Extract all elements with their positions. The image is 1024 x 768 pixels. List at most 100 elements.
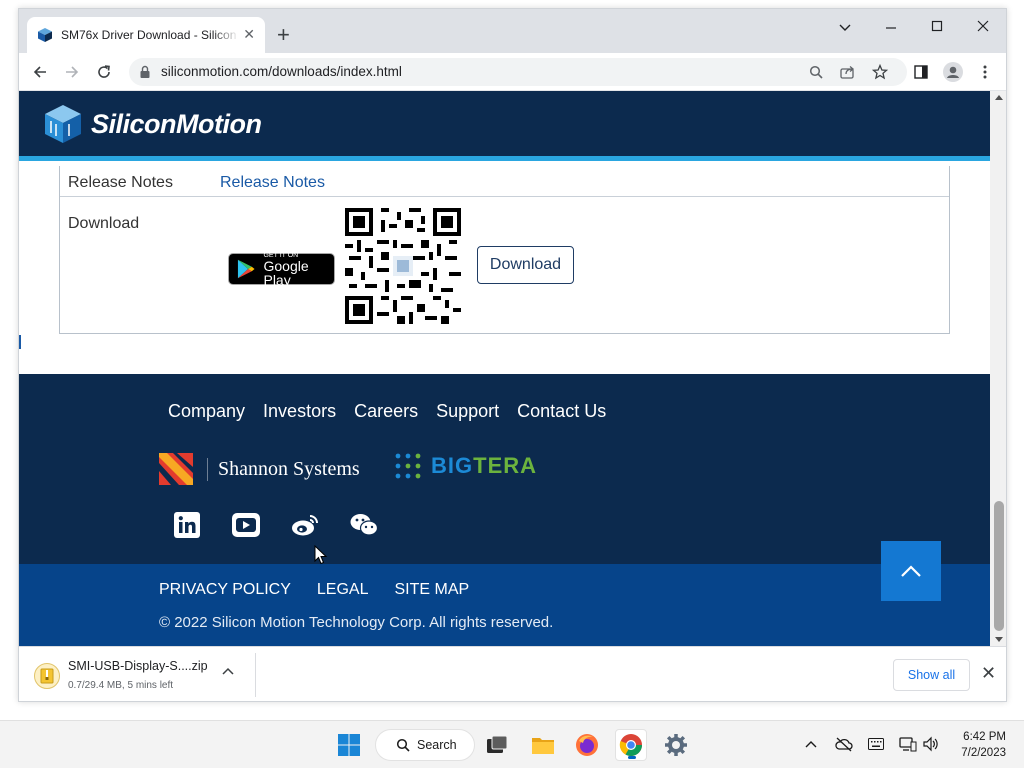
profile-avatar-icon[interactable]	[943, 62, 963, 82]
scroll-thumb[interactable]	[994, 501, 1004, 631]
close-window-button[interactable]	[960, 19, 1006, 43]
browser-toolbar: siliconmotion.com/downloads/index.html	[19, 53, 1006, 91]
release-notes-link[interactable]: Release Notes	[220, 174, 325, 192]
taskbar-search[interactable]: Search	[375, 729, 475, 761]
footer-link-careers[interactable]: Careers	[354, 401, 418, 422]
tab-close-icon[interactable]: ✕	[243, 26, 255, 43]
driver-info-table: Release Notes Release Notes Download GET…	[59, 166, 950, 334]
tab-active[interactable]: SM76x Driver Download - Silicon ✕	[27, 17, 265, 53]
gear-icon	[665, 734, 687, 756]
tab-search-chevron-icon[interactable]	[822, 19, 868, 43]
shannon-logo-icon	[159, 453, 193, 485]
onedrive-offline-icon[interactable]	[835, 736, 853, 752]
tab-title: SM76x Driver Download - Silicon	[61, 28, 237, 42]
zoom-search-icon[interactable]	[807, 63, 825, 81]
shannon-systems-text: Shannon Systems	[207, 457, 360, 481]
active-app-indicator	[628, 756, 636, 759]
logo-cube-icon	[45, 105, 81, 143]
weibo-icon[interactable]	[291, 511, 319, 539]
start-button[interactable]	[333, 729, 365, 761]
legal-link[interactable]: LEGAL	[317, 581, 369, 599]
search-label: Search	[417, 738, 457, 752]
zip-file-icon[interactable]	[34, 663, 60, 689]
privacy-policy-link[interactable]: PRIVACY POLICY	[159, 581, 291, 599]
footer-link-support[interactable]: Support	[436, 401, 499, 422]
legal-links: PRIVACY POLICY LEGAL SITE MAP	[159, 581, 469, 599]
download-file-name[interactable]: SMI-USB-Display-S....zip	[68, 659, 208, 673]
footer-link-contact-us[interactable]: Contact Us	[517, 401, 606, 422]
browser-menu-icon[interactable]	[975, 62, 995, 82]
address-bar[interactable]: siliconmotion.com/downloads/index.html	[129, 58, 907, 86]
shannon-systems-logo[interactable]: Shannon Systems	[159, 453, 360, 485]
scroll-down-arrow-icon[interactable]	[995, 637, 1003, 642]
google-play-big-text: Google Play	[263, 257, 309, 288]
page-scrollbar[interactable]	[990, 91, 1006, 646]
system-clock[interactable]: 6:42 PM 7/2/2023	[944, 729, 1006, 761]
show-all-button[interactable]: Show all	[893, 659, 970, 691]
shelf-divider	[255, 653, 256, 697]
chrome-icon	[619, 734, 642, 756]
silicon-motion-logo[interactable]: SiliconMotion	[43, 103, 262, 145]
search-icon	[396, 738, 410, 752]
youtube-icon[interactable]	[232, 511, 260, 539]
table-row-divider	[60, 196, 949, 197]
file-explorer-button[interactable]	[527, 729, 559, 761]
bigtera-logo[interactable]: BIGTERA	[395, 453, 537, 479]
footer-bottom: PRIVACY POLICY LEGAL SITE MAP © 2022 Sil…	[19, 564, 990, 646]
clock-time: 6:42 PM	[963, 731, 1006, 743]
bigtera-tera-text: TERA	[473, 453, 538, 478]
download-options-chevron-icon[interactable]	[222, 667, 234, 675]
bigtera-big-text: BIG	[431, 453, 474, 478]
forward-button[interactable]	[61, 61, 83, 83]
volume-icon[interactable]	[922, 736, 938, 752]
wechat-icon[interactable]	[350, 511, 378, 539]
reload-button[interactable]	[93, 61, 115, 83]
firefox-button[interactable]	[571, 729, 603, 761]
maximize-button[interactable]	[914, 19, 960, 43]
footer-link-company[interactable]: Company	[168, 401, 245, 422]
back-button[interactable]	[29, 61, 51, 83]
qr-code-image	[345, 208, 461, 324]
task-view-icon	[487, 735, 508, 753]
google-play-icon	[237, 259, 255, 279]
url-text[interactable]: siliconmotion.com/downloads/index.html	[161, 64, 402, 79]
minimize-button[interactable]	[868, 19, 914, 43]
firefox-icon	[576, 734, 598, 756]
folder-icon	[532, 738, 554, 754]
chrome-button[interactable]	[615, 729, 647, 761]
browser-window: SM76x Driver Download - Silicon ✕ + sili…	[18, 8, 1007, 702]
keyboard-icon[interactable]	[868, 738, 884, 750]
mouse-cursor-icon	[314, 545, 328, 565]
close-shelf-icon[interactable]: ✕	[981, 663, 996, 684]
bigtera-dots-icon	[395, 453, 421, 479]
tab-strip: SM76x Driver Download - Silicon ✕ +	[19, 9, 1006, 53]
footer-nav: Company Investors Careers Support Contac…	[168, 401, 606, 422]
windows-logo-icon	[338, 734, 360, 756]
settings-button[interactable]	[660, 729, 692, 761]
copyright-text: © 2022 Silicon Motion Technology Corp. A…	[159, 614, 554, 631]
network-icon[interactable]	[899, 736, 917, 752]
download-label: Download	[68, 215, 140, 232]
footer-top: Company Investors Careers Support Contac…	[19, 374, 990, 564]
download-button[interactable]: Download	[477, 246, 574, 284]
site-header: SiliconMotion	[19, 91, 990, 161]
release-notes-label: Release Notes	[68, 174, 173, 191]
task-view-button[interactable]	[481, 729, 513, 761]
linkedin-icon[interactable]	[173, 511, 201, 539]
scroll-up-arrow-icon[interactable]	[995, 95, 1003, 100]
lock-icon[interactable]	[139, 65, 151, 79]
side-panel-icon[interactable]	[911, 62, 931, 82]
footer-link-investors[interactable]: Investors	[263, 401, 336, 422]
google-play-badge[interactable]: GET IT ON Google Play	[228, 252, 335, 288]
back-to-top-button[interactable]	[881, 541, 941, 601]
new-tab-button[interactable]: +	[277, 24, 290, 46]
show-hidden-icons-chevron-icon[interactable]	[805, 740, 817, 748]
page-viewport: SiliconMotion Release Notes Release Note…	[19, 91, 990, 646]
bigtera-text: BIGTERA	[431, 453, 537, 479]
share-icon[interactable]	[839, 63, 857, 81]
taskbar: Search 6:42 PM 7/2/2023	[0, 720, 1024, 768]
bookmark-star-icon[interactable]	[871, 63, 889, 81]
page-edge-marker	[19, 335, 21, 349]
download-shelf: SMI-USB-Display-S....zip 0.7/29.4 MB, 5 …	[19, 646, 1006, 701]
site-map-link[interactable]: SITE MAP	[395, 581, 470, 599]
